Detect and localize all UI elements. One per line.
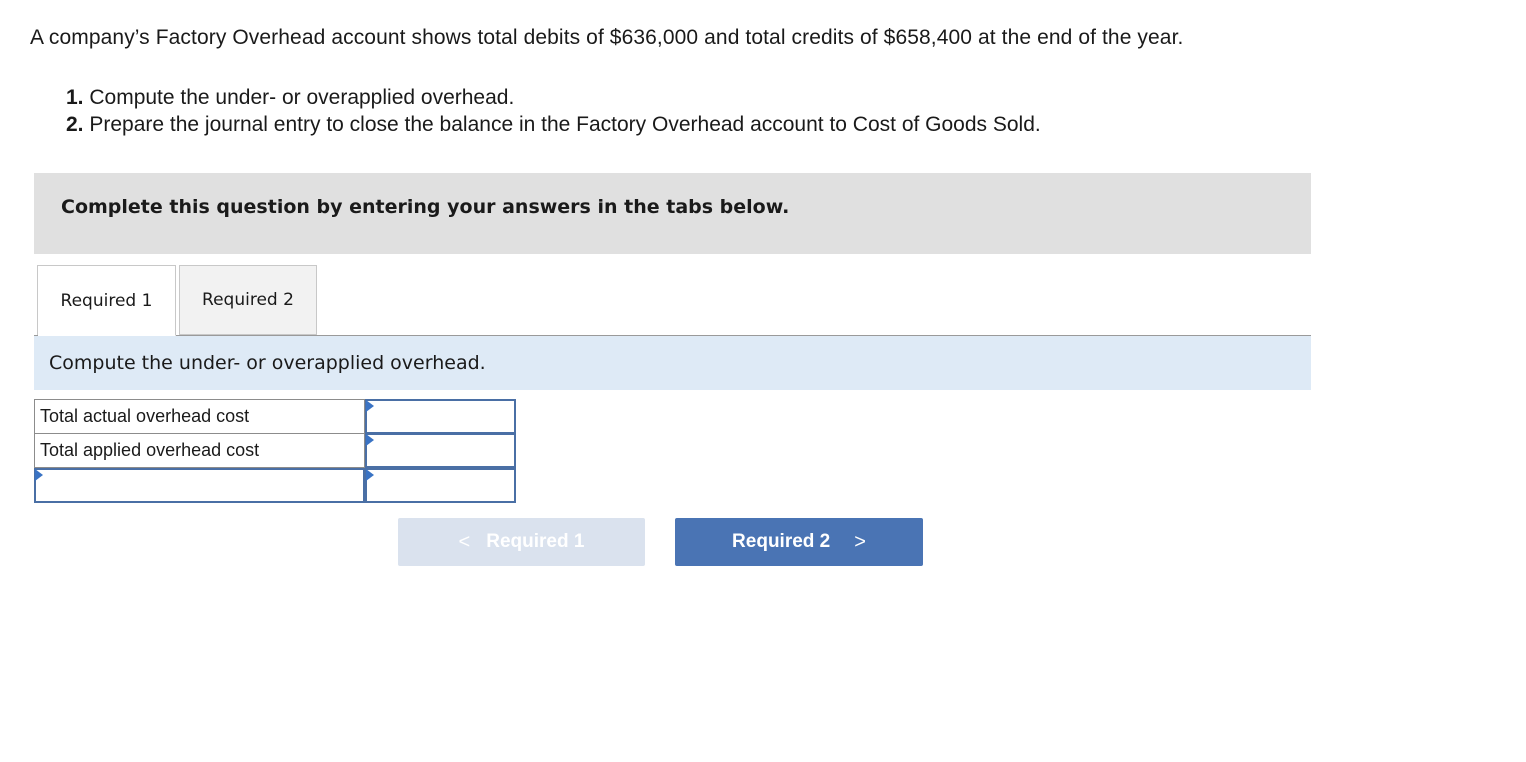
answer-table: Total actual overhead cost Total applied… <box>34 399 516 503</box>
chevron-right-icon: > <box>854 530 866 553</box>
panel-prompt-text: Compute the under- or overapplied overhe… <box>49 352 486 374</box>
requirement-1-number: 1. <box>66 86 84 109</box>
tab-required-2[interactable]: Required 2 <box>179 265 317 335</box>
row-label-actual-overhead: Total actual overhead cost <box>34 399 365 434</box>
row-label-applied-overhead: Total applied overhead cost <box>34 433 365 468</box>
input-applied-overhead-cell[interactable] <box>365 433 516 468</box>
prev-required-label: Required 1 <box>486 531 585 552</box>
next-required-button[interactable]: Required 2 > <box>675 518 923 566</box>
select-result-label-cell[interactable] <box>34 468 365 503</box>
prev-required-button[interactable]: < Required 1 <box>398 518 645 566</box>
instruction-banner: Complete this question by entering your … <box>34 173 1311 254</box>
instruction-text: Complete this question by entering your … <box>61 196 790 218</box>
requirement-2-text: Prepare the journal entry to close the b… <box>89 113 1041 136</box>
chevron-left-icon: < <box>458 530 471 553</box>
requirements-list: 1. Compute the under- or overapplied ove… <box>66 84 1041 138</box>
input-applied-overhead[interactable] <box>367 435 514 466</box>
requirement-1: 1. Compute the under- or overapplied ove… <box>66 84 1041 111</box>
input-actual-overhead[interactable] <box>367 401 514 432</box>
panel-prompt: Compute the under- or overapplied overhe… <box>34 336 1311 390</box>
problem-intro: A company’s Factory Overhead account sho… <box>30 26 1184 49</box>
next-required-label: Required 2 <box>732 531 831 552</box>
tab-required-1[interactable]: Required 1 <box>37 265 176 336</box>
input-result-amount[interactable] <box>367 470 514 501</box>
requirement-2: 2. Prepare the journal entry to close th… <box>66 111 1041 138</box>
input-actual-overhead-cell[interactable] <box>365 399 516 434</box>
input-result-amount-cell[interactable] <box>365 468 516 503</box>
requirement-1-text: Compute the under- or overapplied overhe… <box>89 86 515 109</box>
select-result-label[interactable] <box>41 470 363 501</box>
requirement-2-number: 2. <box>66 113 84 136</box>
